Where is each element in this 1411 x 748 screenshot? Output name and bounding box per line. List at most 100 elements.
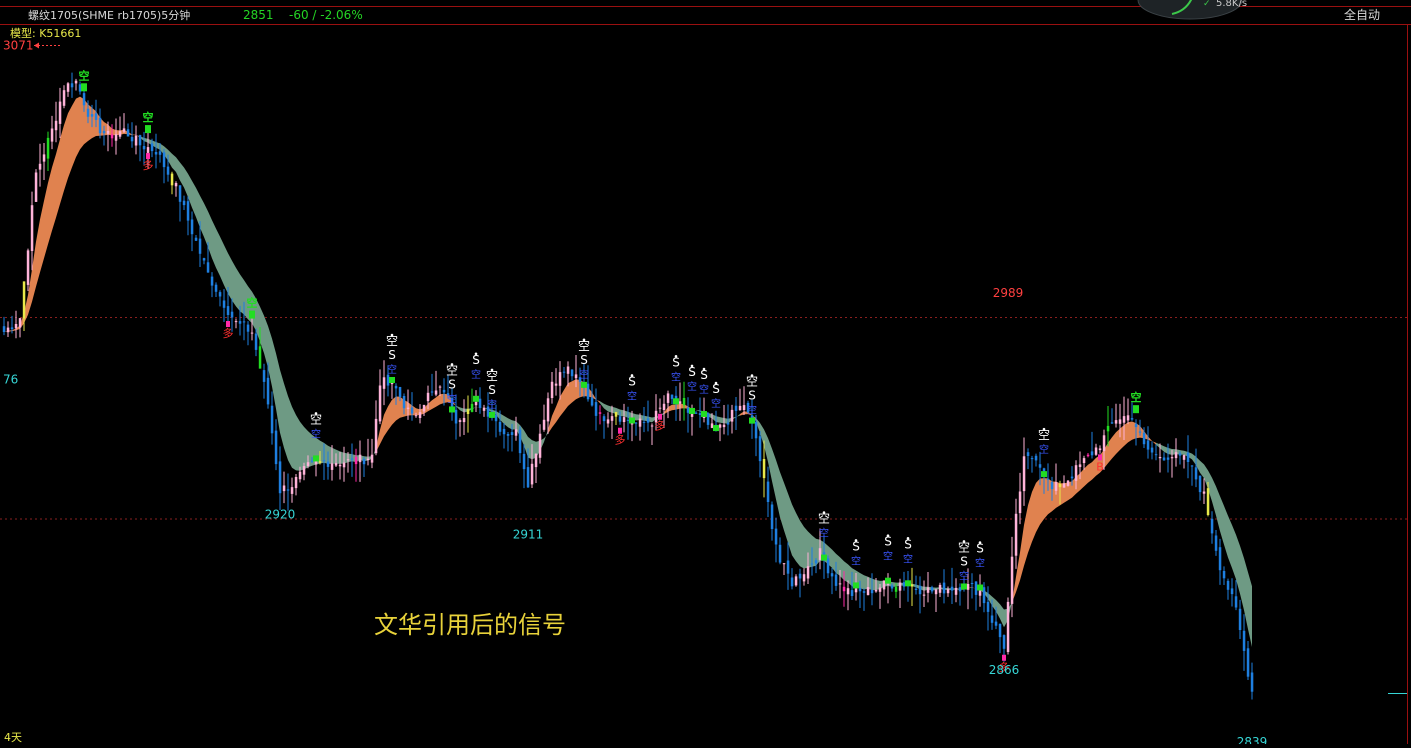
candle-bear [131,137,134,141]
signal-label: S [748,389,756,403]
candle-bear [851,590,854,596]
candle-bear [1027,452,1030,456]
candle-bull [979,591,982,596]
candle-bear [599,412,602,414]
candle-bear [827,558,830,573]
signal-label: 空 [578,339,590,353]
futures-chart[interactable]: 空空多多空空空空S空空S空S空空S空空S空S空多多S空S空S空S空空S空空空S空… [0,0,1411,744]
candle-bull [1083,458,1086,463]
signal-label: 空 [247,296,258,310]
candle-bear [247,325,250,332]
signal-arrow [313,455,319,461]
candle-bear [755,422,758,438]
candle-bear [215,285,218,292]
candle-bull [1175,452,1178,458]
candle-bear [627,420,630,421]
candle-bull [1075,465,1078,481]
candle-bear [199,239,202,254]
signal-sub-label: 空 [883,550,893,563]
network-check-icon: ✓ [1203,0,1211,9]
chart-canvas[interactable]: 空空多多空空空空S空空S空S空空S空空S空S空多多S空S空S空S空空S空空空S空… [0,0,1411,744]
candle-bull [283,486,286,492]
signal-sub-label: 空 [487,398,497,411]
signal-label: 多 [615,433,626,447]
signal-label: 空 [143,110,154,124]
candle-bull [1079,464,1082,467]
candle-bear [163,152,166,167]
candle-bear [111,134,114,138]
candle-bull [475,402,478,405]
signal-arrow [885,578,891,584]
candle-bear [995,622,998,626]
candle-bear [91,114,94,117]
candle-bear [1163,458,1166,461]
candle-bull [719,425,722,428]
price-label-high: 3071 [3,39,34,53]
candle-bear [815,560,818,563]
candle-bull [539,434,542,458]
candle-bull [27,250,30,285]
candle-bear [223,301,226,308]
candle-bull [739,406,742,410]
candle-bull [51,129,54,142]
network-speed: 5.8K/s [1216,0,1247,9]
candle-bear [171,174,174,186]
candle-bear [1135,424,1138,427]
signal-arrow [1041,471,1047,477]
candle-bear [99,118,102,133]
candle-bear [991,616,994,623]
candle-bull [315,461,318,464]
candle-bear [167,167,170,175]
candle-bear [1147,441,1150,450]
candle-bear [323,460,326,461]
signal-sub-label: 空 [959,569,969,582]
candle-bull [471,404,474,412]
candle-bull [367,459,370,460]
candle-bull [663,404,666,410]
candle-bear [351,459,354,460]
candle-bear [695,413,698,414]
candle-bear [523,454,526,469]
candle-bull [935,590,938,595]
candle-bull [847,588,850,594]
candle-bear [919,586,922,594]
candle-bear [1223,571,1226,578]
candle-bear [791,578,794,587]
candle-bull [435,391,438,395]
candle-bear [951,587,954,591]
signal-label: S [672,355,680,369]
candle-bear [1131,418,1134,420]
candle-bear [1235,596,1238,607]
candle-bear [1251,673,1254,692]
candle-bull [371,455,374,463]
candle-bull [55,121,58,130]
candle-bear [227,306,230,315]
signal-sub-label: 空 [311,427,321,440]
candle-bull [67,83,70,92]
instrument-title: 螺纹1705(SHME rb1705)5分钟 [28,8,190,22]
candle-bear [363,459,366,464]
candle-bear [279,461,282,493]
candle-bear [1179,454,1182,456]
candle-bear [431,392,434,393]
candle-bear [243,321,246,322]
candle-bear [915,589,918,590]
candle-bear [275,431,278,465]
candle-bear [635,423,638,424]
auto-mode-button[interactable]: 全自动 [1344,7,1380,22]
candle-bull [575,374,578,378]
signal-arrow [749,418,755,424]
candle-bull [303,466,306,475]
candle-bull [467,409,470,414]
candle-bull [1023,456,1026,491]
candle-bull [867,587,870,595]
candle-bear [103,131,106,133]
candle-bear [443,390,446,393]
candle-bear [511,432,514,435]
candle-bear [495,415,498,421]
candle-bear [859,588,862,591]
candle-bear [507,434,510,436]
signal-arrow [821,555,827,561]
signal-label: S [884,535,892,549]
signal-label: 空 [818,512,830,526]
